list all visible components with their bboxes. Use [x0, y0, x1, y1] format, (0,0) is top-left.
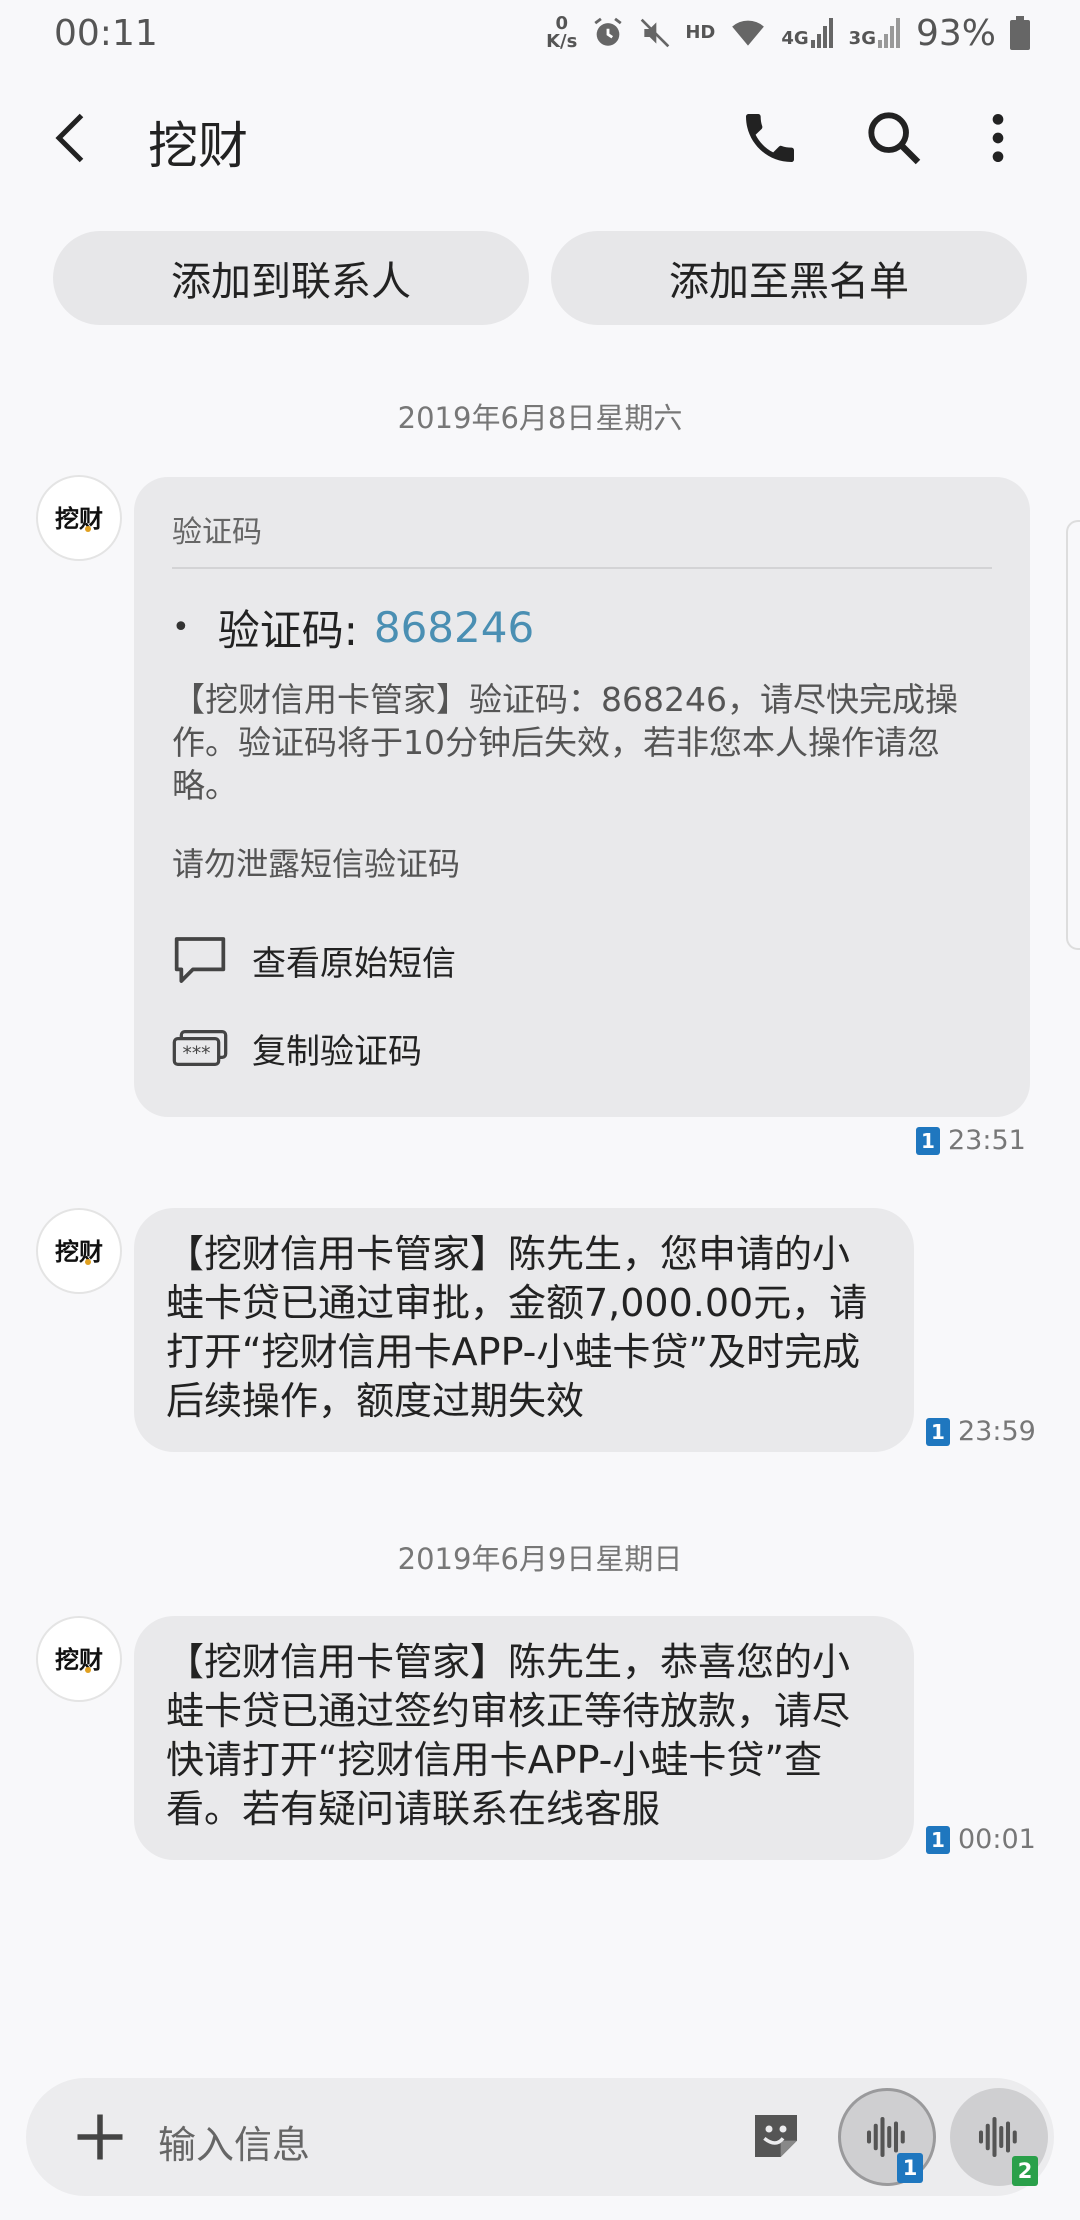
bullet: • [172, 610, 190, 645]
avatar[interactable]: 挖财 [36, 475, 122, 561]
message-icon [174, 937, 226, 983]
code-label: 验证码: [217, 606, 358, 655]
quick-actions: 添加到联系人 添加至黑名单 [53, 231, 1027, 325]
messages-screen: 00:11 0 K/s HD 4G 3G 93% 挖财 添加到联系人 添加至黑名… [0, 0, 1080, 2220]
send-sim1-button[interactable]: 1 [838, 2088, 936, 2186]
password-copy-icon: *** [172, 1030, 228, 1066]
copy-code-button[interactable]: *** 复制验证码 [172, 1017, 992, 1079]
message-bubble[interactable]: 【挖财信用卡管家】陈先生，恭喜您的小蛙卡贷已通过签约审核正等待放款，请尽快请打开… [134, 1616, 914, 1860]
message-time: 1 23:51 [916, 1125, 1026, 1156]
copy-code-label: 复制验证码 [252, 1031, 422, 1072]
avatar[interactable]: 挖财 [36, 1616, 122, 1702]
status-icons: 0 K/s HD 4G 3G 93% [546, 13, 1030, 54]
signal-3g: 3G [849, 18, 902, 48]
sim1-badge: 1 [897, 2153, 923, 2183]
message-bubble[interactable]: 【挖财信用卡管家】陈先生，您申请的小蛙卡贷已通过审批，金额7,000.00元，请… [134, 1208, 914, 1452]
send-sim2-button[interactable]: 2 [950, 2088, 1048, 2186]
signal-bars-icon [810, 18, 833, 48]
status-time: 00:11 [54, 12, 158, 54]
net-speed: 0 K/s [546, 13, 578, 52]
svg-text:挖财: 挖财 [55, 1646, 103, 1674]
wacai-logo-icon: 挖财 [55, 1238, 103, 1266]
message-composer: 输入信息 1 2 [26, 2078, 1054, 2196]
alarm-icon [594, 17, 622, 46]
message-time: 1 00:01 [926, 1824, 1036, 1855]
verification-code-link[interactable]: 868246 [374, 603, 534, 652]
date-separator: 2019年6月8日星期六 [397, 401, 683, 435]
svg-text:挖财: 挖财 [55, 1238, 103, 1266]
sticker-icon[interactable] [748, 2108, 804, 2164]
date-separator: 2019年6月9日星期日 [397, 1542, 683, 1576]
avatar[interactable]: 挖财 [36, 1208, 122, 1294]
card-header: 验证码 [172, 477, 992, 569]
code-line: • 验证码: 868246 [172, 597, 992, 658]
view-original-label: 查看原始短信 [252, 943, 456, 984]
sim-badge: 1 [916, 1126, 940, 1155]
scrollbar[interactable] [1066, 520, 1080, 950]
svg-text:***: *** [183, 1044, 211, 1065]
signal-4g: 4G [781, 18, 834, 48]
view-original-button[interactable]: 查看原始短信 [172, 929, 992, 991]
mute-icon [641, 18, 670, 48]
sim-badge: 1 [926, 1825, 950, 1854]
wifi-icon [732, 20, 765, 46]
back-icon[interactable] [44, 108, 104, 168]
conversation-title: 挖财 [148, 117, 248, 175]
message-time: 1 23:59 [926, 1416, 1036, 1447]
more-vert-icon[interactable] [966, 106, 1030, 170]
wacai-logo-icon: 挖财 [55, 505, 103, 533]
verification-code-card: 验证码 • 验证码: 868246 【挖财信用卡管家】验证码：868246，请尽… [134, 477, 1030, 1117]
wacai-logo-icon: 挖财 [55, 1646, 103, 1674]
message-text: 【挖财信用卡管家】验证码：868246，请尽快完成操作。验证码将于10分钟后失效… [172, 680, 958, 805]
add-to-contacts-button[interactable]: 添加到联系人 [53, 231, 529, 325]
search-icon[interactable] [862, 106, 926, 170]
add-to-blacklist-button[interactable]: 添加至黑名单 [551, 231, 1027, 325]
sim2-badge: 2 [1012, 2156, 1038, 2186]
hd-indicator: HD [685, 22, 716, 43]
security-warning: 请勿泄露短信验证码 [172, 845, 461, 883]
sim-badge: 1 [926, 1417, 950, 1446]
svg-text:挖财: 挖财 [55, 505, 103, 533]
battery-percent: 93% [915, 12, 996, 54]
app-bar: 挖财 [0, 78, 1080, 198]
message-input[interactable]: 输入信息 [158, 2114, 310, 2169]
status-bar: 00:11 0 K/s HD 4G 3G 93% [0, 0, 1080, 66]
plus-icon[interactable] [70, 2107, 130, 2167]
battery-icon [1010, 16, 1030, 50]
phone-icon[interactable] [738, 106, 802, 170]
signal-bars-icon [877, 18, 900, 48]
